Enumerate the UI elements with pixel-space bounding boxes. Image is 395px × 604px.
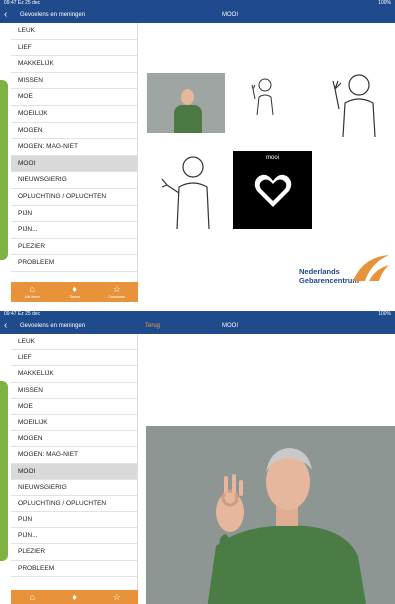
list-item[interactable]: PIJN... [11, 528, 137, 545]
pin-icon: ♦ [72, 284, 77, 294]
list-item[interactable]: LIEF [11, 40, 137, 57]
status-bar: 09:47 Ez 25 dec 100% [0, 311, 395, 318]
status-bar: 09:47 Ez 25 dec 100% [0, 0, 395, 7]
list-item[interactable]: OPLUCHTING / OPLUCHTEN [11, 189, 137, 206]
gift-icon: ⌂ [29, 592, 35, 602]
list-item[interactable]: NIEUWSGIERIG [11, 480, 137, 496]
sign-video[interactable] [146, 426, 395, 604]
list-item[interactable]: PIJN... [11, 222, 137, 239]
list-item[interactable]: PROBLEEM [11, 561, 137, 577]
tab-theme[interactable]: ♦ Thema [53, 282, 95, 302]
sign-drawing-right [332, 74, 376, 138]
nav-bar: ‹ Gevoelens en meningen Terug MOOI [0, 318, 395, 334]
gift-icon: ⌂ [29, 284, 35, 294]
tab-all-items[interactable]: ⌂ [11, 590, 53, 604]
sign-video-thumbnail[interactable] [147, 73, 225, 133]
nav-bar: ‹ Gevoelens en meningen MOOI [0, 7, 395, 23]
tab-label: Alle items [24, 295, 40, 299]
list-item[interactable]: LEUK [11, 334, 137, 351]
list-item[interactable]: LIEF [11, 350, 137, 367]
pin-icon: ♦ [72, 592, 77, 602]
list-item[interactable]: MOGEN: MAG-NIET [11, 139, 137, 156]
star-icon: ☆ [112, 284, 121, 294]
sign-drawing-left [161, 156, 210, 230]
list-item[interactable]: MAKKELIJK [11, 56, 137, 73]
logo: Nederlands Gebarencentrum [299, 253, 389, 293]
sign-illustration-heart[interactable]: mooi [233, 151, 312, 229]
list-item[interactable]: MAKKELIJK [11, 366, 137, 383]
chevron-left-icon[interactable]: ‹ [4, 7, 7, 23]
status-time: 09:47 Ez 25 dec [4, 0, 41, 6]
list-item[interactable]: MOGEN: MAG-NIET [11, 447, 137, 464]
video-frame [146, 426, 395, 604]
tab-theme[interactable]: ♦ [53, 590, 95, 604]
sign-list: LEUK LIEF MAKKELIJK MISSEN MOE MOEILIJK … [11, 334, 138, 604]
status-time: 09:47 Ez 25 dec [4, 311, 41, 317]
star-icon: ☆ [112, 592, 121, 602]
tab-favorites[interactable]: ☆ Favorieten [96, 282, 138, 302]
list-item-selected[interactable]: MOOI [11, 463, 137, 480]
person-head [181, 89, 194, 105]
sign-drawing-small [251, 78, 274, 116]
list-item[interactable]: MOE [11, 399, 137, 415]
list-item[interactable]: MISSEN [11, 383, 137, 399]
sign-content: mooi Nederlands Gebarencentrum [139, 23, 395, 302]
nav-title[interactable]: Gevoelens en meningen [20, 318, 85, 334]
page-title: MOOI [222, 323, 238, 329]
list-item[interactable]: MOEILIJK [11, 415, 137, 432]
list-item[interactable]: PLEZIER [11, 544, 137, 561]
list-item[interactable]: OPLUCHTING / OPLUCHTEN [11, 496, 137, 513]
list-item[interactable]: MOGEN [11, 123, 137, 140]
person-torso [174, 105, 202, 133]
chevron-left-icon[interactable]: ‹ [4, 318, 7, 334]
list-item[interactable]: PROBLEEM [11, 255, 137, 272]
tab-label: Thema [69, 295, 80, 299]
list-item[interactable]: MOGEN [11, 431, 137, 448]
green-edge [0, 381, 8, 561]
battery-status: 100% [378, 0, 391, 6]
list-item[interactable]: MISSEN [11, 73, 137, 90]
back-button[interactable]: Terug [145, 318, 160, 334]
list-item[interactable]: MOE [11, 89, 137, 106]
video-content [139, 334, 395, 604]
list-item-selected[interactable]: MOOI [11, 155, 137, 173]
green-edge [0, 80, 8, 260]
sign-list: LEUK LIEF MAKKELIJK MISSEN MOE MOEILIJK … [11, 23, 138, 302]
screenshot-sign-video: 09:47 Ez 25 dec 100% ‹ Gevoelens en meni… [0, 311, 395, 604]
heart-tile-label: mooi [265, 155, 279, 161]
logo-mark [353, 255, 389, 281]
battery-status: 100% [378, 311, 391, 317]
list-item[interactable]: PIJN [11, 512, 137, 529]
list-item[interactable]: PIJN [11, 206, 137, 223]
heart-icon [254, 174, 292, 207]
screenshot-sign-detail: 09:47 Ez 25 dec 100% ‹ Gevoelens en meni… [0, 0, 395, 302]
nav-title[interactable]: Gevoelens en meningen [20, 7, 85, 23]
tab-all-items[interactable]: ⌂ Alle items [11, 282, 53, 302]
list-item[interactable]: PLEZIER [11, 239, 137, 256]
list-item[interactable]: LEUK [11, 23, 137, 40]
tab-favorites[interactable]: ☆ [96, 590, 138, 604]
tab-bar: ⌂ ♦ ☆ [11, 590, 138, 604]
list-item[interactable]: MOEILIJK [11, 106, 137, 123]
page-title: MOOI [222, 12, 238, 18]
tab-bar: ⌂ Alle items ♦ Thema ☆ Favorieten [11, 282, 138, 302]
list-item[interactable]: NIEUWSGIERIG [11, 172, 137, 189]
tab-label: Favorieten [108, 295, 126, 299]
